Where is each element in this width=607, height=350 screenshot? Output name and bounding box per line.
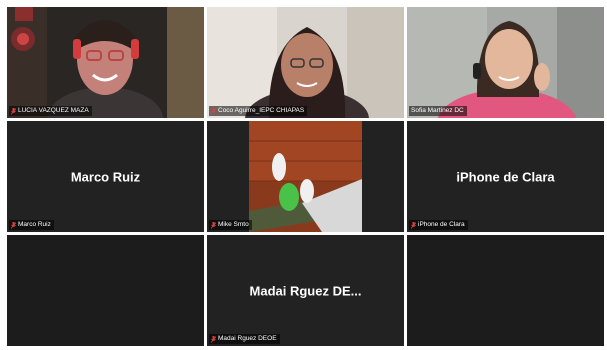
participant-video xyxy=(407,7,604,118)
participant-name-tag: Marco Ruiz xyxy=(9,220,54,230)
participant-name-tag: Coco Aguirre_IEPC CHIAPAS xyxy=(209,106,308,116)
muted-mic-icon xyxy=(411,221,416,229)
participant-name: Sofia Martinez DC xyxy=(411,107,464,114)
participant-name-tag: Mike Smto xyxy=(209,220,252,230)
participant-tile-marco[interactable]: Marco Ruiz Marco Ruiz xyxy=(7,121,204,232)
participant-name-tag: LUCIA VAZQUEZ MAZA xyxy=(9,106,92,116)
participant-tile-sofia[interactable]: Sofia Martinez DC xyxy=(407,7,604,118)
participant-display-name: iPhone de Clara xyxy=(456,169,555,184)
empty-tile xyxy=(7,235,204,346)
participant-tile-madai[interactable]: Madai Rguez DE... Madai Rguez DEOE xyxy=(207,235,404,346)
empty-tile xyxy=(407,235,604,346)
muted-mic-icon xyxy=(211,221,216,229)
participant-display-name: Madai Rguez DE... xyxy=(249,283,362,298)
participant-name: iPhone de Clara xyxy=(418,221,465,228)
participant-tile-lucia[interactable]: LUCIA VAZQUEZ MAZA xyxy=(7,7,204,118)
participant-video xyxy=(207,121,404,232)
video-gallery: LUCIA VAZQUEZ MAZA Coco Aguirre_IEPC CHI… xyxy=(7,7,604,346)
participant-tile-coco[interactable]: Coco Aguirre_IEPC CHIAPAS xyxy=(207,7,404,118)
participant-tile-mike[interactable]: Mike Smto xyxy=(207,121,404,232)
participant-name: Coco Aguirre_IEPC CHIAPAS xyxy=(218,107,305,114)
muted-mic-icon xyxy=(11,221,16,229)
participant-display-name: Marco Ruiz xyxy=(70,169,141,184)
participant-name: Madai Rguez DEOE xyxy=(218,335,277,342)
participant-video xyxy=(7,7,204,118)
participant-tile-clara[interactable]: iPhone de Clara iPhone de Clara xyxy=(407,121,604,232)
participant-name: LUCIA VAZQUEZ MAZA xyxy=(18,107,89,114)
participant-video xyxy=(207,7,404,118)
muted-mic-icon xyxy=(11,107,16,115)
participant-name-tag: iPhone de Clara xyxy=(409,220,468,230)
muted-mic-icon xyxy=(211,335,216,343)
participant-name-tag: Sofia Martinez DC xyxy=(409,106,467,116)
muted-mic-icon xyxy=(211,107,216,115)
participant-name: Mike Smto xyxy=(218,221,249,228)
participant-name: Marco Ruiz xyxy=(18,221,51,228)
participant-name-tag: Madai Rguez DEOE xyxy=(209,334,280,344)
